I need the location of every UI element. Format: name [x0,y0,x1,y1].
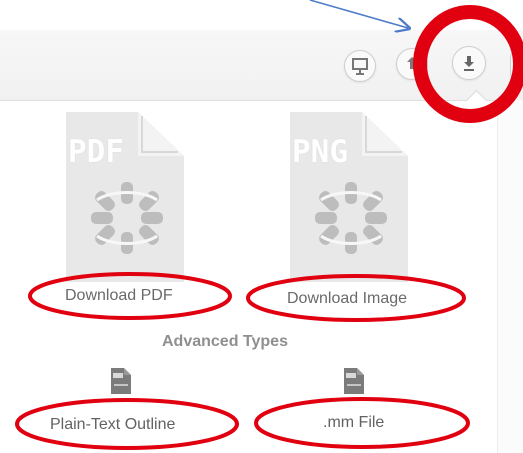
toolbar-edge-button[interactable] [510,48,523,82]
mm-file-icon[interactable] [344,368,364,394]
download-image-link[interactable]: Download Image [287,290,407,308]
png-badge: PNG [292,134,348,170]
plain-text-outline-link[interactable]: Plain-Text Outline [50,416,175,434]
annotation-arrow [309,0,408,28]
advanced-types-heading: Advanced Types [162,333,288,350]
text-file-icon[interactable] [111,368,131,394]
present-button[interactable] [344,50,376,82]
screenshot: PDF PNG Download PDF Download Image Adva… [0,0,523,453]
pdf-badge: PDF [68,134,124,170]
png-file-icon[interactable]: PNG [290,112,410,287]
download-button[interactable] [452,46,486,80]
pdf-file-icon[interactable]: PDF [66,112,186,287]
presentation-icon [352,58,368,75]
share-button[interactable] [396,48,428,80]
download-pdf-link[interactable]: Download PDF [65,287,173,305]
download-icon [464,56,474,71]
right-pane [498,100,523,453]
share-icon [407,57,417,69]
mm-file-link[interactable]: .mm File [323,414,384,432]
top-toolbar [0,30,523,101]
